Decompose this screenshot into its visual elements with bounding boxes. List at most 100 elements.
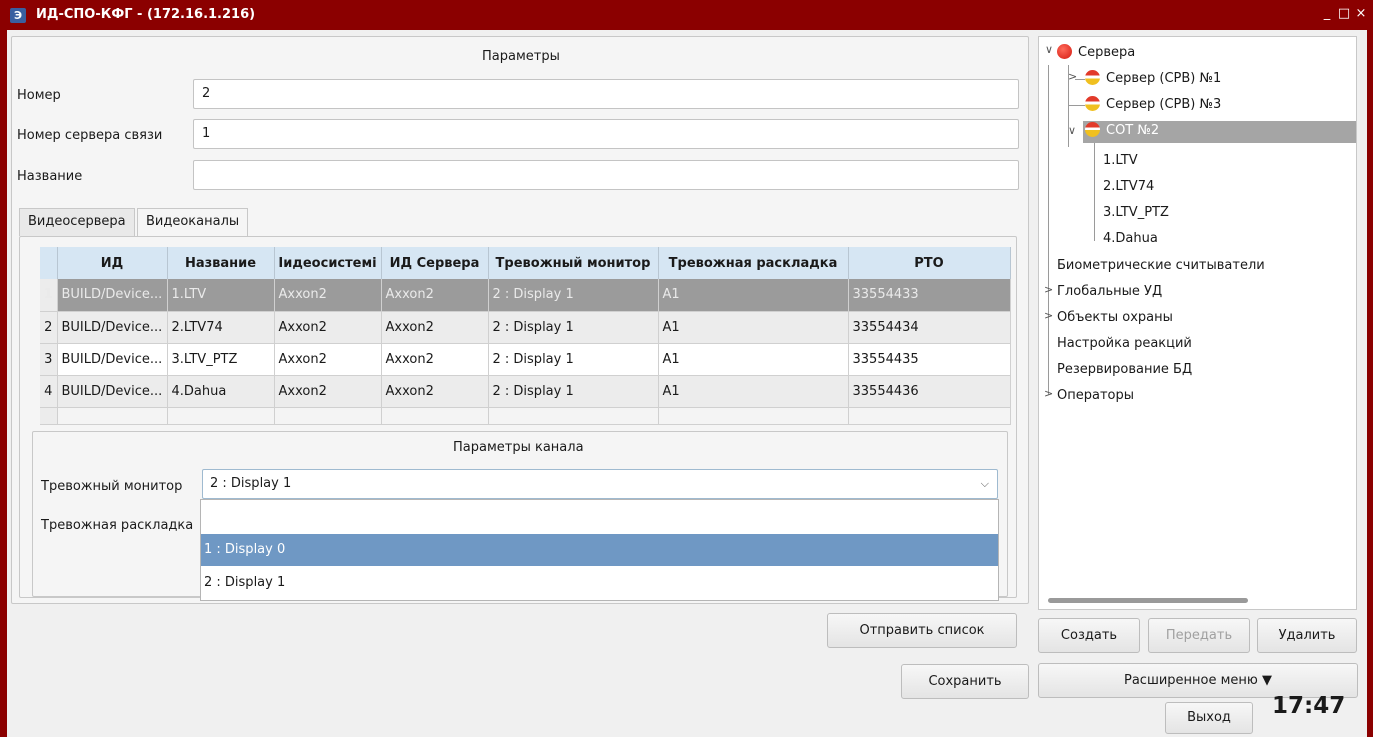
- create-button[interactable]: Создать: [1038, 618, 1140, 653]
- tree-node-servers[interactable]: Сервера: [1057, 43, 1135, 65]
- tree-horizontal-scrollbar[interactable]: [1048, 598, 1248, 603]
- table-cell[interactable]: BUILD/Device...: [57, 343, 168, 376]
- table-cell[interactable]: Axxon2: [274, 375, 382, 408]
- tree-node-channel[interactable]: 3.LTV_PTZ: [1103, 203, 1169, 225]
- name-field[interactable]: [193, 160, 1019, 190]
- table-cell[interactable]: 1.LTV: [167, 279, 275, 312]
- alarm-layout-label: Тревожная раскладка: [41, 518, 194, 533]
- tree-node-biometric-readers[interactable]: Биометрические считыватели: [1057, 256, 1265, 278]
- table-cell[interactable]: 33554435: [848, 343, 1011, 376]
- table-cell[interactable]: Axxon2: [381, 279, 489, 312]
- chevron-down-icon[interactable]: ∨: [1068, 124, 1076, 137]
- tree-line: [1068, 105, 1085, 106]
- row-number-header: [40, 247, 58, 279]
- table-cell[interactable]: BUILD/Device...: [57, 311, 168, 344]
- table-cell[interactable]: Axxon2: [381, 311, 489, 344]
- send-list-button[interactable]: Отправить список: [827, 613, 1017, 648]
- tree-node-server-1[interactable]: Сервер (СРВ) №1: [1085, 69, 1221, 91]
- dropdown-option-display-1[interactable]: 2 : Display 1: [201, 567, 998, 599]
- window-title: ИД-СПО-КФГ - (172.16.1.216): [36, 7, 256, 22]
- row-number[interactable]: 1: [40, 279, 58, 312]
- table-cell[interactable]: A1: [658, 311, 849, 344]
- table-cell[interactable]: Axxon2: [381, 375, 489, 408]
- table-empty-row: [40, 407, 1011, 425]
- tree-node-protected-objects[interactable]: Объекты охраны: [1057, 308, 1173, 330]
- table-cell[interactable]: 2 : Display 1: [488, 311, 659, 344]
- row-number[interactable]: 3: [40, 343, 58, 376]
- number-field[interactable]: 2: [193, 79, 1019, 109]
- column-header[interactable]: Тревожный монитор: [488, 247, 659, 279]
- status-icon: [1085, 122, 1100, 137]
- videochannels-table: ИД Название Іидеосистемі ИД Сервера Трев…: [40, 247, 1011, 425]
- tree-node-channel[interactable]: 4.Dahua: [1103, 229, 1158, 251]
- chevron-right-icon[interactable]: >: [1044, 309, 1053, 322]
- table-cell[interactable]: 2 : Display 1: [488, 279, 659, 312]
- table-cell[interactable]: Axxon2: [274, 343, 382, 376]
- table-cell[interactable]: BUILD/Device...: [57, 279, 168, 312]
- table-cell[interactable]: BUILD/Device...: [57, 375, 168, 408]
- row-number[interactable]: 2: [40, 311, 58, 344]
- exit-button[interactable]: Выход: [1165, 702, 1253, 734]
- table-cell[interactable]: Axxon2: [274, 311, 382, 344]
- table-cell[interactable]: Axxon2: [274, 279, 382, 312]
- app-logo-icon: Э: [10, 8, 26, 23]
- tree-node-db-backup[interactable]: Резервирование БД: [1057, 360, 1192, 382]
- minimize-button[interactable]: _: [1318, 5, 1336, 23]
- table-row[interactable]: 2 BUILD/Device... 2.LTV74 Axxon2 Axxon2 …: [40, 311, 1011, 344]
- table-cell[interactable]: Axxon2: [381, 343, 489, 376]
- chevron-right-icon[interactable]: >: [1044, 283, 1053, 296]
- status-icon: [1057, 44, 1072, 59]
- table-cell[interactable]: A1: [658, 343, 849, 376]
- comm-server-number-label: Номер сервера связи: [17, 128, 163, 143]
- chevron-down-icon[interactable]: ⌵: [981, 470, 989, 498]
- row-number[interactable]: 4: [40, 375, 58, 408]
- column-header[interactable]: Тревожная раскладка: [658, 247, 849, 279]
- channel-params-header: Параметры канала: [453, 440, 584, 455]
- parameters-header: Параметры: [482, 49, 560, 64]
- tree-node-server-3[interactable]: Сервер (СРВ) №3: [1085, 95, 1221, 117]
- chevron-down-icon[interactable]: ∨: [1045, 43, 1053, 56]
- maximize-button[interactable]: □: [1335, 5, 1353, 23]
- tree-node-global-access[interactable]: Глобальные УД: [1057, 282, 1162, 304]
- tree-node-reactions-setup[interactable]: Настройка реакций: [1057, 334, 1192, 356]
- tree-node-cot-2[interactable]: СОТ №2: [1083, 121, 1356, 143]
- column-header[interactable]: Іидеосистемі: [274, 247, 382, 279]
- table-cell[interactable]: A1: [658, 279, 849, 312]
- table-cell[interactable]: 3.LTV_PTZ: [167, 343, 275, 376]
- table-cell[interactable]: 2 : Display 1: [488, 375, 659, 408]
- alarm-monitor-select[interactable]: 2 : Display 1 ⌵: [202, 469, 998, 499]
- tab-videochannels[interactable]: Видеоканалы: [137, 208, 249, 237]
- tree-node-channel[interactable]: 1.LTV: [1103, 151, 1138, 173]
- delete-button[interactable]: Удалить: [1257, 618, 1357, 653]
- table-cell[interactable]: 33554434: [848, 311, 1011, 344]
- table-cell[interactable]: 4.Dahua: [167, 375, 275, 408]
- table-cell[interactable]: 33554436: [848, 375, 1011, 408]
- column-header[interactable]: ИД: [57, 247, 168, 279]
- tree-line: [1048, 65, 1049, 395]
- table-cell[interactable]: 2.LTV74: [167, 311, 275, 344]
- column-header[interactable]: Название: [167, 247, 275, 279]
- table-cell[interactable]: A1: [658, 375, 849, 408]
- comm-server-number-field[interactable]: 1: [193, 119, 1019, 149]
- tab-videoservers[interactable]: Видеосервера: [19, 208, 135, 236]
- table-row[interactable]: 1 BUILD/Device... 1.LTV Axxon2 Axxon2 2 …: [40, 279, 1011, 312]
- table-row[interactable]: 3 BUILD/Device... 3.LTV_PTZ Axxon2 Axxon…: [40, 343, 1011, 376]
- number-label: Номер: [17, 88, 61, 103]
- dropdown-option-empty[interactable]: [201, 500, 998, 532]
- close-button[interactable]: ×: [1352, 5, 1370, 23]
- column-header[interactable]: РТО: [848, 247, 1011, 279]
- table-header-row: ИД Название Іидеосистемі ИД Сервера Трев…: [40, 247, 1011, 279]
- dropdown-option-display-0[interactable]: 1 : Display 0: [201, 534, 998, 566]
- column-header[interactable]: ИД Сервера: [381, 247, 489, 279]
- chevron-right-icon[interactable]: >: [1068, 70, 1077, 83]
- table-row[interactable]: 4 BUILD/Device... 4.Dahua Axxon2 Axxon2 …: [40, 375, 1011, 408]
- table-cell[interactable]: 2 : Display 1: [488, 343, 659, 376]
- tree-node-operators[interactable]: Операторы: [1057, 386, 1134, 408]
- tree-node-channel[interactable]: 2.LTV74: [1103, 177, 1154, 199]
- table-cell[interactable]: 33554433: [848, 279, 1011, 312]
- status-icon: [1085, 96, 1100, 111]
- name-label: Название: [17, 169, 83, 184]
- chevron-right-icon[interactable]: >: [1044, 387, 1053, 400]
- save-button[interactable]: Сохранить: [901, 664, 1029, 699]
- tree-line: [1094, 143, 1095, 241]
